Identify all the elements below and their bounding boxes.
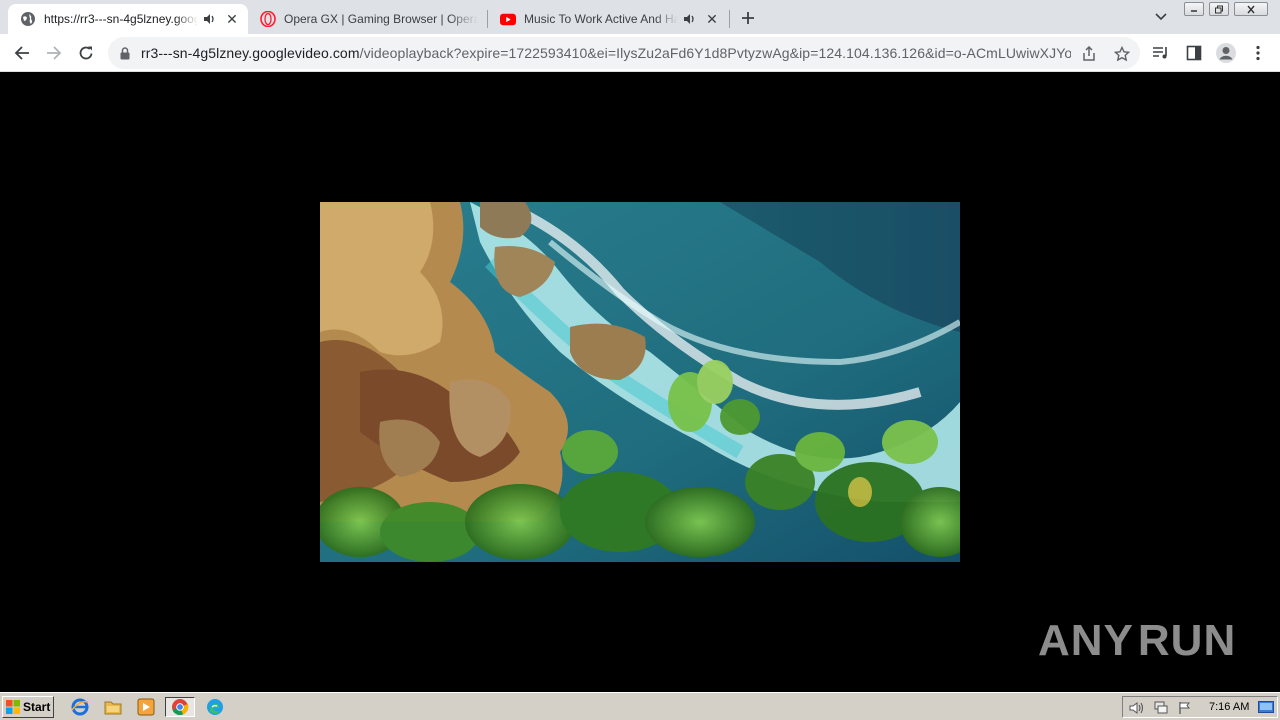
edge-icon[interactable] <box>204 697 226 717</box>
opera-icon <box>260 11 276 27</box>
tab-title: https://rr3---sn-4g5lzney.googlevideo.co… <box>44 12 198 26</box>
video-frame-image <box>320 202 960 562</box>
internet-explorer-icon[interactable] <box>69 697 91 717</box>
tab-videoplayback[interactable]: https://rr3---sn-4g5lzney.googlevideo.co… <box>8 4 248 34</box>
media-control-icon[interactable] <box>1147 40 1175 66</box>
restore-button[interactable] <box>1209 2 1229 16</box>
start-label: Start <box>23 700 51 714</box>
tab-opera[interactable]: Opera GX | Gaming Browser | Opera <box>248 4 486 34</box>
new-tab-button[interactable] <box>737 7 759 29</box>
tab-youtube[interactable]: Music To Work Active And Happy ✕ <box>488 4 728 34</box>
lock-icon[interactable] <box>118 46 132 60</box>
watermark-right: RUN <box>1137 616 1237 665</box>
speaker-icon[interactable] <box>682 11 698 27</box>
network-icon[interactable] <box>1153 700 1169 716</box>
browser-toolbar: rr3---sn-4g5lzney.googlevideo.com/videop… <box>0 34 1280 72</box>
start-button[interactable]: Start <box>2 696 54 718</box>
tab-title: Opera GX | Gaming Browser | Opera <box>284 12 478 26</box>
reload-button[interactable] <box>72 40 100 66</box>
minimize-button[interactable] <box>1184 2 1204 16</box>
video-player[interactable] <box>320 202 960 562</box>
close-window-button[interactable] <box>1234 2 1268 16</box>
show-desktop-icon[interactable] <box>1257 697 1275 717</box>
address-bar[interactable]: rr3---sn-4g5lzney.googlevideo.com/videop… <box>108 37 1140 69</box>
tab-title: Music To Work Active And Happy <box>524 12 678 26</box>
tab-divider <box>729 10 730 28</box>
system-tray: 7:16 AM <box>1122 696 1278 718</box>
tab-strip: https://rr3---sn-4g5lzney.googlevideo.co… <box>0 0 1280 34</box>
profile-avatar-icon[interactable] <box>1212 40 1240 66</box>
globe-icon <box>20 11 36 27</box>
windows-logo-icon <box>6 700 20 714</box>
speaker-icon[interactable] <box>202 11 218 27</box>
volume-icon[interactable] <box>1129 700 1145 716</box>
anyrun-watermark: ANY RUN <box>1038 608 1237 674</box>
back-button[interactable] <box>8 40 36 66</box>
taskbar: Start 7:16 AM <box>0 692 1280 720</box>
watermark-left: ANY <box>1038 616 1134 665</box>
close-tab-icon[interactable]: ✕ <box>704 11 720 27</box>
side-panel-icon[interactable] <box>1180 40 1208 66</box>
chevron-down-icon[interactable] <box>1152 9 1170 25</box>
clock[interactable]: 7:16 AM <box>1209 701 1249 713</box>
share-icon[interactable] <box>1080 45 1098 63</box>
file-explorer-icon[interactable] <box>102 697 124 717</box>
youtube-icon <box>500 11 516 27</box>
close-tab-icon[interactable]: ✕ <box>224 11 240 27</box>
media-player-icon[interactable] <box>135 697 157 717</box>
menu-kebab-icon[interactable] <box>1244 40 1272 66</box>
forward-button[interactable] <box>40 40 68 66</box>
bookmark-star-icon[interactable] <box>1113 45 1131 63</box>
url-path: /videoplayback?expire=1722593410&ei=Ilys… <box>359 45 1071 61</box>
chrome-taskbar-icon[interactable] <box>165 697 195 717</box>
url-text[interactable]: rr3---sn-4g5lzney.googlevideo.com/videop… <box>141 45 1071 61</box>
url-host: rr3---sn-4g5lzney.googlevideo.com <box>141 45 360 61</box>
action-center-flag-icon[interactable] <box>1177 700 1193 716</box>
